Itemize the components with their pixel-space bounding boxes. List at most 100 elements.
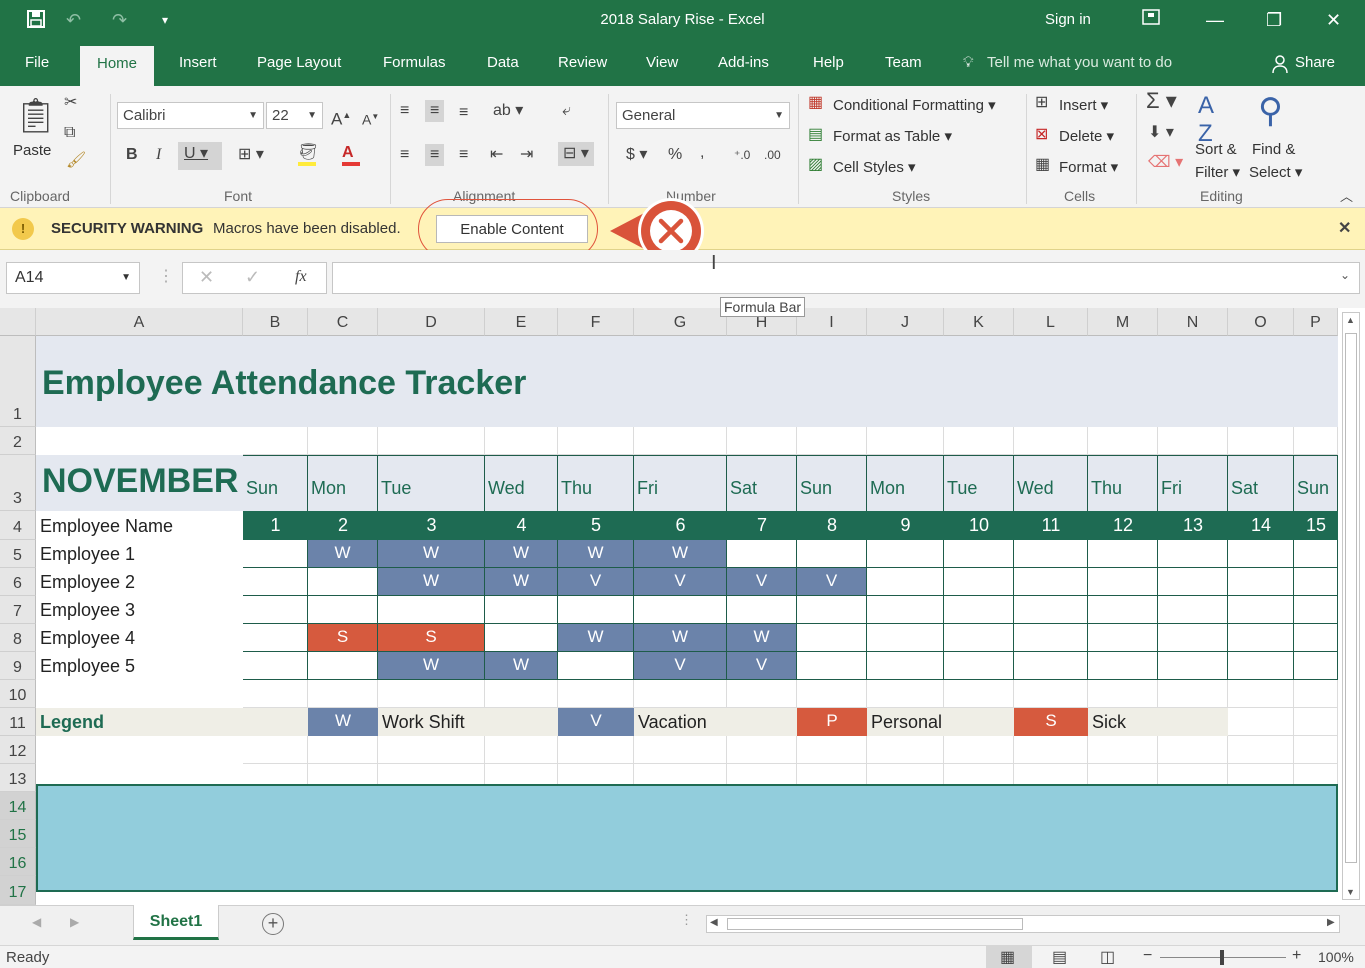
row-header-4[interactable]: 4 xyxy=(0,511,36,540)
attendance-cell[interactable] xyxy=(1088,652,1158,680)
cell-styles-button[interactable]: Cell Styles ▾ xyxy=(833,158,916,176)
attendance-cell[interactable] xyxy=(243,568,308,596)
cell[interactable] xyxy=(558,680,634,708)
format-cells-button[interactable]: Format ▾ xyxy=(1059,158,1118,176)
italic-icon[interactable]: I xyxy=(156,146,161,164)
cell[interactable] xyxy=(944,680,1014,708)
save-icon[interactable] xyxy=(26,9,46,34)
attendance-cell[interactable] xyxy=(558,596,634,624)
cell[interactable] xyxy=(944,736,1014,764)
column-header-b[interactable]: B xyxy=(243,308,308,336)
attendance-cell[interactable] xyxy=(727,596,797,624)
attendance-cell[interactable] xyxy=(1088,540,1158,568)
insert-function-icon[interactable]: fx xyxy=(295,268,307,286)
attendance-mark[interactable]: V xyxy=(727,568,797,596)
attendance-mark[interactable]: W xyxy=(378,652,485,680)
attendance-mark[interactable]: W xyxy=(727,624,797,652)
find-select-label-2[interactable]: Select ▾ xyxy=(1249,163,1302,181)
close-warning-icon[interactable]: ✕ xyxy=(1338,218,1351,238)
cell[interactable] xyxy=(243,736,308,764)
cell[interactable] xyxy=(797,680,867,708)
autosum-icon[interactable]: Σ ▾ xyxy=(1146,90,1177,112)
cell[interactable] xyxy=(558,736,634,764)
attendance-cell[interactable] xyxy=(1228,652,1294,680)
attendance-cell[interactable] xyxy=(867,652,944,680)
tell-me-search[interactable]: Tell me what you want to do xyxy=(987,54,1172,71)
attendance-cell[interactable] xyxy=(1228,540,1294,568)
row-header-5[interactable]: 5 xyxy=(0,540,36,568)
borders-icon[interactable]: ⊞ ▾ xyxy=(238,146,264,164)
cell[interactable] xyxy=(485,427,558,455)
formula-input[interactable] xyxy=(332,262,1360,294)
increase-font-icon[interactable]: A▲ xyxy=(331,106,351,129)
row-header-15[interactable]: 15 xyxy=(0,820,36,848)
attendance-cell[interactable] xyxy=(558,652,634,680)
cell[interactable] xyxy=(634,680,727,708)
tab-file[interactable]: File xyxy=(25,54,49,71)
increase-indent-icon[interactable]: ⇥ xyxy=(520,146,533,164)
currency-icon[interactable]: $ ▾ xyxy=(626,146,647,164)
paste-icon[interactable]: 📋︎ xyxy=(14,96,57,136)
cell[interactable] xyxy=(944,427,1014,455)
paste-button[interactable]: Paste xyxy=(13,142,51,159)
column-header-l[interactable]: L xyxy=(1014,308,1088,336)
cell[interactable] xyxy=(727,736,797,764)
fill-icon[interactable]: ⬇ ▾ xyxy=(1148,124,1174,142)
cell[interactable] xyxy=(1228,427,1294,455)
format-as-table-button[interactable]: Format as Table ▾ xyxy=(833,127,952,145)
attendance-mark[interactable]: V xyxy=(634,568,727,596)
ribbon-display-icon[interactable] xyxy=(1142,9,1160,32)
attendance-mark[interactable]: W xyxy=(558,540,634,568)
column-header-f[interactable]: F xyxy=(558,308,634,336)
attendance-mark[interactable]: V xyxy=(558,568,634,596)
attendance-cell[interactable] xyxy=(1158,540,1228,568)
share-icon[interactable] xyxy=(1270,54,1290,78)
tab-add-ins[interactable]: Add-ins xyxy=(718,54,769,71)
zoom-in-icon[interactable]: + xyxy=(1292,947,1301,965)
restore-icon[interactable]: ❐ xyxy=(1266,9,1282,31)
row-header-6[interactable]: 6 xyxy=(0,568,36,596)
attendance-mark[interactable]: V xyxy=(797,568,867,596)
cell[interactable] xyxy=(797,427,867,455)
page-layout-view-icon[interactable]: ▤ xyxy=(1052,947,1067,967)
attendance-cell[interactable] xyxy=(1088,568,1158,596)
attendance-cell[interactable] xyxy=(243,624,308,652)
cell[interactable] xyxy=(1228,736,1294,764)
attendance-cell[interactable] xyxy=(1088,596,1158,624)
cell[interactable] xyxy=(1158,736,1228,764)
customize-qat-icon[interactable]: ▾ xyxy=(162,9,168,31)
cell[interactable] xyxy=(1014,680,1088,708)
zoom-slider-thumb[interactable] xyxy=(1220,950,1224,965)
attendance-cell[interactable] xyxy=(727,540,797,568)
attendance-cell[interactable] xyxy=(797,596,867,624)
zoom-out-icon[interactable]: − xyxy=(1143,947,1152,965)
orientation-icon[interactable]: ab ▾ xyxy=(493,102,523,120)
employee-name[interactable]: Employee 4 xyxy=(36,624,243,652)
cell[interactable] xyxy=(1014,736,1088,764)
cell[interactable] xyxy=(1014,427,1088,455)
column-header-a[interactable]: A xyxy=(36,308,243,336)
employee-name[interactable]: Employee 5 xyxy=(36,652,243,680)
column-header-i[interactable]: I xyxy=(797,308,867,336)
cell[interactable] xyxy=(727,680,797,708)
row-header-8[interactable]: 8 xyxy=(0,624,36,652)
employee-name[interactable]: Employee 3 xyxy=(36,596,243,624)
attendance-cell[interactable] xyxy=(1014,568,1088,596)
column-header-c[interactable]: C xyxy=(308,308,378,336)
share-button[interactable]: Share xyxy=(1295,54,1335,71)
scroll-down-icon[interactable]: ▼ xyxy=(1346,887,1355,897)
sort-filter-label-2[interactable]: Filter ▾ xyxy=(1195,163,1240,181)
collapse-ribbon-icon[interactable]: ︿ xyxy=(1340,188,1353,206)
comma-icon[interactable]: , xyxy=(700,144,704,162)
attendance-cell[interactable] xyxy=(1158,652,1228,680)
font-name-combo[interactable]: Calibri ▼ xyxy=(117,102,264,129)
attendance-cell[interactable] xyxy=(1014,596,1088,624)
delete-cells-button[interactable]: Delete ▾ xyxy=(1059,127,1114,145)
cut-icon[interactable]: ✂ xyxy=(64,94,77,112)
horizontal-scrollbar[interactable]: ◀ ▶ xyxy=(706,915,1340,933)
row-header-2[interactable]: 2 xyxy=(0,427,36,455)
cell[interactable] xyxy=(243,427,308,455)
sort-filter-label-1[interactable]: Sort & xyxy=(1195,141,1237,158)
row-header-11[interactable]: 11 xyxy=(0,708,36,736)
cell[interactable] xyxy=(1228,708,1294,736)
